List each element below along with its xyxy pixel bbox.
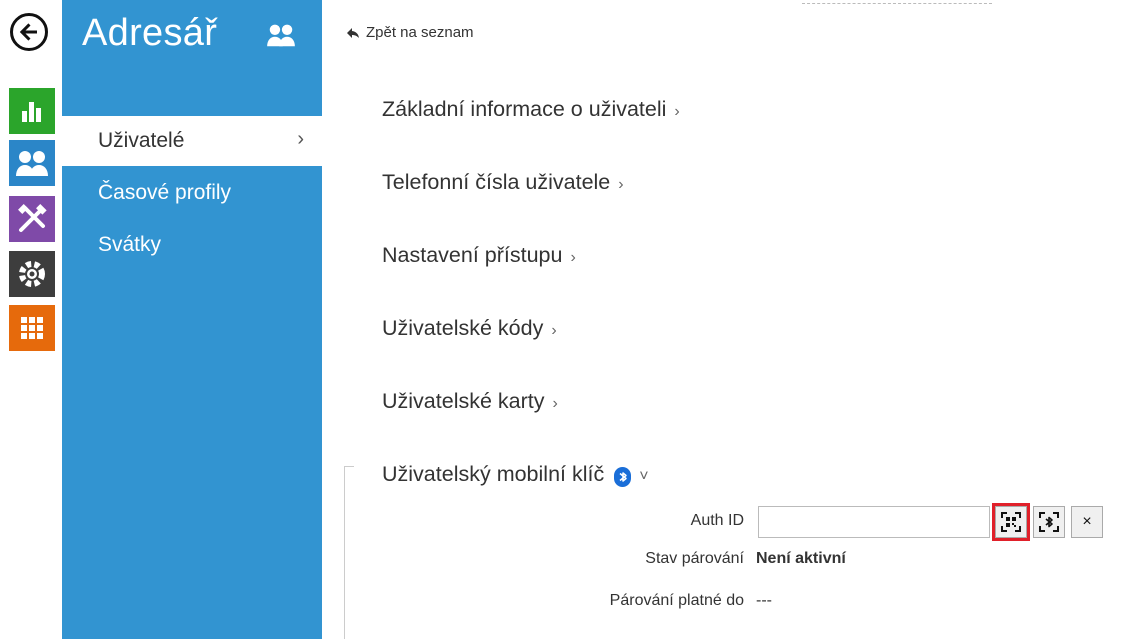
top-divider [802, 0, 992, 4]
section-access-settings[interactable]: Nastavení přístupu › [382, 243, 576, 268]
chevron-right-icon: › [618, 176, 624, 193]
section-label: Uživatelský mobilní klíč [382, 462, 605, 486]
app-icon-rail [0, 0, 62, 639]
sidebar-title: Adresář [82, 12, 218, 54]
users-icon [266, 22, 296, 53]
sidebar-item-time-profiles[interactable]: Časové profily [62, 168, 322, 218]
back-to-list-link[interactable]: Zpět na seznam [346, 24, 474, 41]
status-chart-icon[interactable] [9, 88, 55, 134]
clear-button[interactable]: × [1071, 506, 1103, 538]
chevron-right-icon: › [552, 395, 558, 412]
services-gear-icon[interactable] [9, 251, 55, 297]
pairing-valid-until-value: --- [756, 592, 772, 609]
sidebar-item-users[interactable]: Uživatelé › [62, 116, 322, 166]
section-label: Uživatelské karty [382, 389, 545, 413]
sidebar-item-label: Časové profily [98, 181, 232, 204]
main-content: Zpět na seznam Základní informace o uživ… [322, 0, 1135, 639]
section-label: Uživatelské kódy [382, 316, 544, 340]
section-bracket [344, 466, 354, 639]
chevron-right-icon: › [551, 322, 557, 339]
qr-scan-button[interactable] [992, 503, 1030, 541]
section-label: Telefonní čísla uživatele [382, 170, 611, 194]
section-basic-info[interactable]: Základní informace o uživateli › [382, 97, 680, 122]
section-phone-numbers[interactable]: Telefonní čísla uživatele › [382, 170, 624, 195]
section-label: Základní informace o uživateli [382, 97, 667, 121]
system-grid-icon[interactable] [9, 305, 55, 351]
bluetooth-scan-icon [1039, 512, 1059, 532]
chevron-right-icon: › [674, 103, 680, 120]
chevron-right-icon: › [297, 128, 304, 150]
bluetooth-pair-button[interactable] [1033, 506, 1065, 538]
chevron-right-icon: › [570, 249, 576, 266]
section-mobile-key[interactable]: Uživatelský mobilní klíč ˅ [382, 462, 649, 487]
back-arrow-icon[interactable] [10, 13, 48, 51]
sidebar-item-holidays[interactable]: Svátky [62, 220, 322, 270]
pairing-state-value: Není aktivní [756, 550, 846, 567]
back-link-label: Zpět na seznam [366, 24, 474, 41]
directory-users-icon[interactable] [9, 140, 55, 186]
hardware-tools-icon[interactable] [9, 196, 55, 242]
auth-id-label: Auth ID [690, 512, 744, 529]
section-label: Nastavení přístupu [382, 243, 563, 267]
auth-id-input[interactable] [758, 506, 990, 538]
sidebar-item-label: Svátky [98, 233, 162, 256]
section-user-cards[interactable]: Uživatelské karty › [382, 389, 558, 414]
pairing-state-label: Stav párování [645, 550, 744, 567]
sidebar-item-label: Uživatelé [98, 129, 185, 152]
section-user-codes[interactable]: Uživatelské kódy › [382, 316, 557, 341]
pairing-valid-until-label: Párování platné do [609, 592, 744, 609]
reply-arrow-icon [347, 27, 359, 38]
bluetooth-icon [614, 467, 632, 487]
qr-scan-icon [1001, 512, 1021, 532]
chevron-down-icon: ˅ [639, 468, 649, 485]
sidebar: Adresář Uživatelé › Časové profily Svátk… [62, 0, 322, 639]
